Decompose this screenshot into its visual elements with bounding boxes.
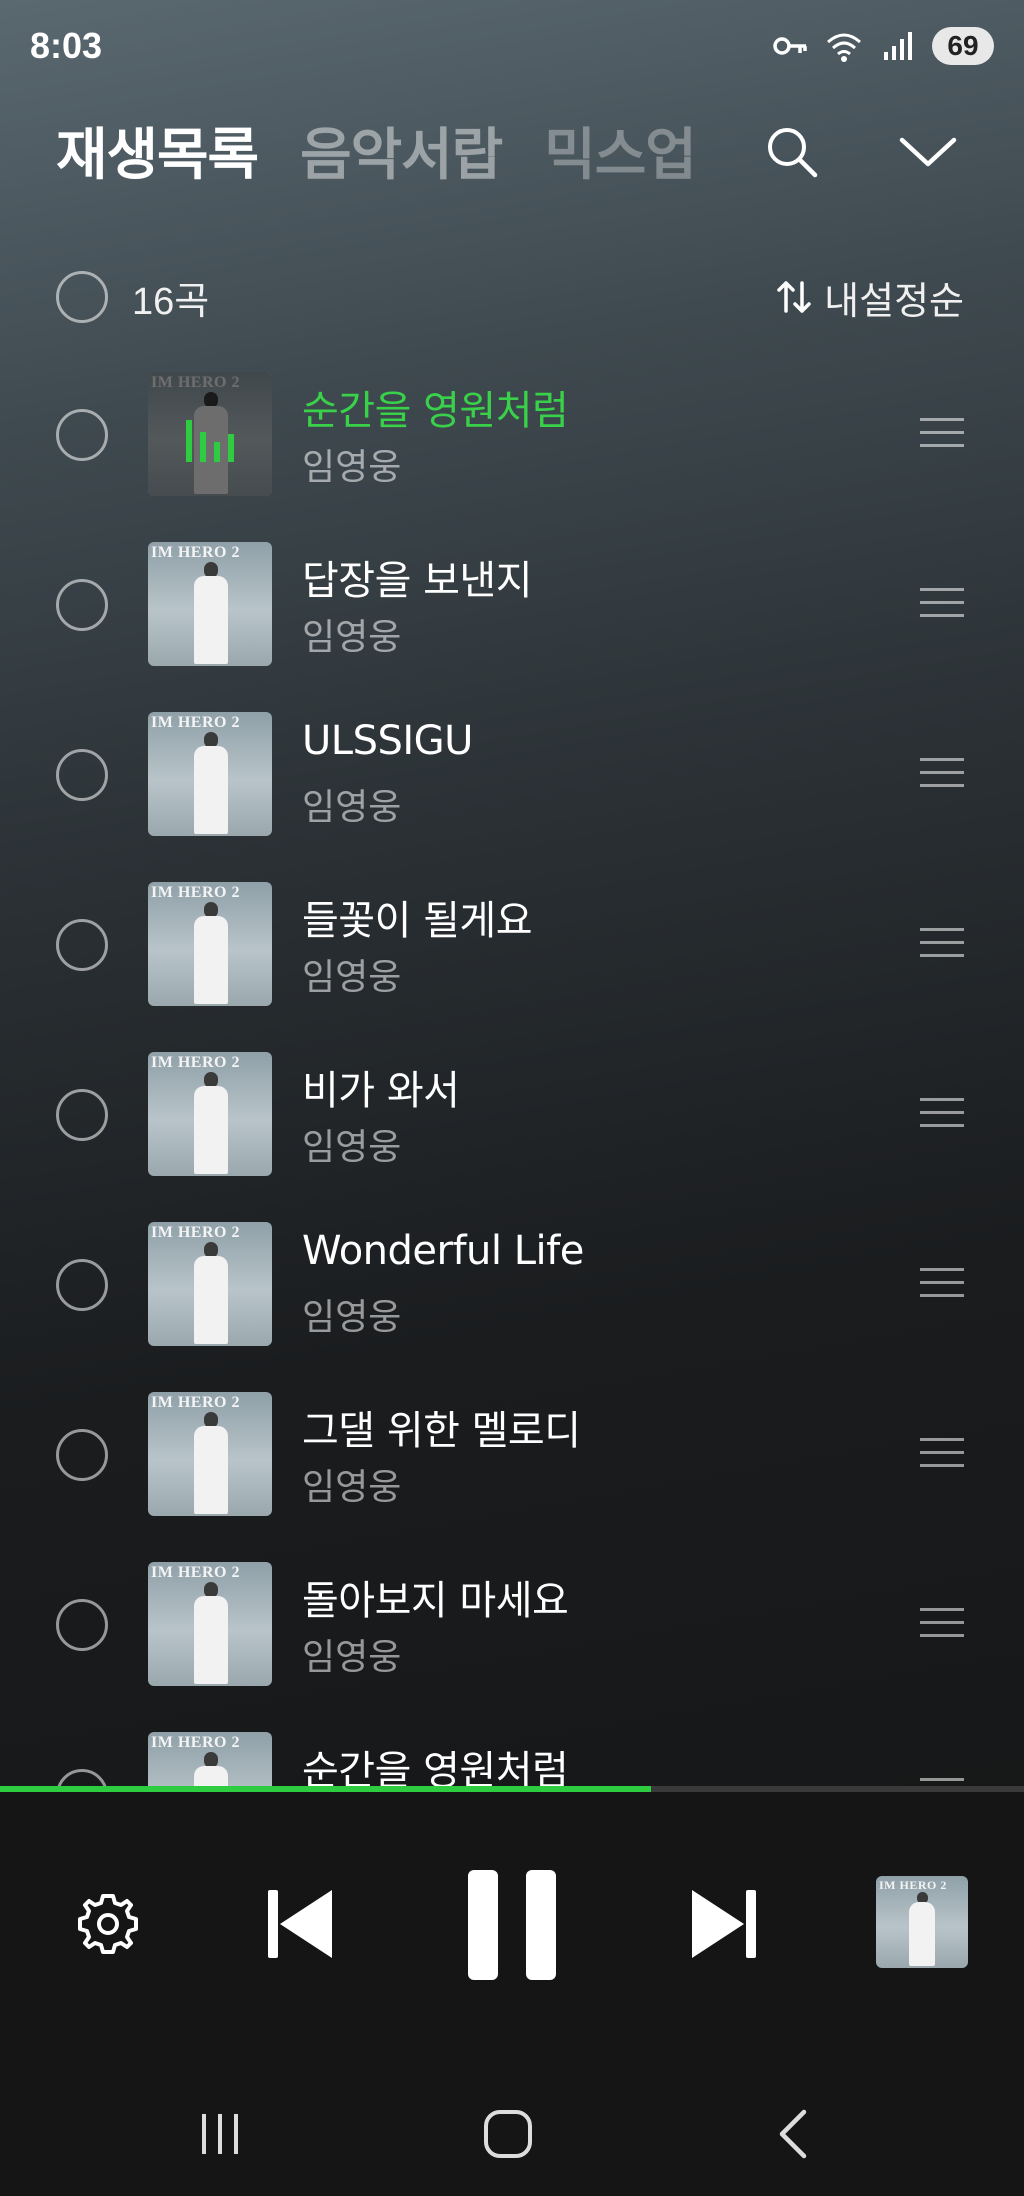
song-list: IM HERO 2순간을 영원처럼임영웅IM HERO 2답장을 보낸지임영웅I…: [0, 350, 1024, 1790]
status-bar: 8:03 69: [0, 0, 1024, 92]
song-row[interactable]: IM HERO 2 들꽃이 될게요임영웅: [0, 860, 1024, 1030]
drag-handle-icon[interactable]: [918, 414, 966, 450]
song-title: 답장을 보낸지: [302, 558, 533, 604]
drag-handle-icon[interactable]: [918, 1434, 966, 1470]
sort-icon: [777, 281, 811, 313]
album-art: IM HERO 2: [148, 542, 272, 666]
song-checkbox[interactable]: [56, 749, 108, 801]
chevron-down-icon[interactable]: [896, 120, 960, 184]
drag-handle-icon[interactable]: [918, 1264, 966, 1300]
song-row[interactable]: IM HERO 2 Wonderful Life 임영웅: [0, 1200, 1024, 1370]
album-cover-text: IM HERO 2: [151, 1734, 240, 1751]
song-artist: 임영웅: [302, 1467, 402, 1508]
album-cover-text: IM HERO 2: [151, 1564, 240, 1581]
song-row[interactable]: IM HERO 2 돌아보지 마세요임영웅: [0, 1540, 1024, 1710]
song-artist: 임영웅: [302, 1637, 402, 1678]
song-checkbox[interactable]: [56, 1599, 108, 1651]
album-art: IM HERO 2: [148, 1562, 272, 1686]
song-artist: 임영웅: [302, 447, 402, 488]
drag-handle-icon[interactable]: [918, 754, 966, 790]
song-title: 순간을 영원처럼: [302, 388, 569, 434]
gear-icon[interactable]: [72, 1888, 144, 1960]
album-thumbnail[interactable]: IM HERO 2: [876, 1876, 968, 1968]
song-artist: 임영웅: [302, 1297, 402, 1338]
signal-icon: [884, 32, 912, 60]
drag-handle-icon[interactable]: [918, 1604, 966, 1640]
key-icon: [773, 37, 807, 55]
song-checkbox[interactable]: [56, 1259, 108, 1311]
song-checkbox[interactable]: [56, 579, 108, 631]
album-art: IM HERO 2: [148, 1222, 272, 1346]
system-nav-bar: [0, 2080, 1024, 2180]
song-title: ULSSIGU: [302, 718, 473, 764]
pause-icon[interactable]: [462, 1868, 562, 1982]
status-icons: 69: [770, 26, 994, 66]
tab-playlist[interactable]: 재생목록: [56, 110, 259, 191]
song-title: 순간을 영원처럼: [302, 1748, 569, 1790]
song-row[interactable]: IM HERO 2 비가 와서임영웅: [0, 1030, 1024, 1200]
previous-icon[interactable]: [266, 1884, 336, 1964]
song-title: Wonderful Life: [302, 1228, 584, 1274]
song-row[interactable]: IM HERO 2 ULSSIGU 임영웅: [0, 690, 1024, 860]
home-icon[interactable]: [478, 2104, 538, 2164]
drag-handle-icon[interactable]: [918, 924, 966, 960]
song-title: 그댈 위한 멜로디: [302, 1408, 581, 1454]
song-row[interactable]: IM HERO 2 그댈 위한 멜로디임영웅: [0, 1370, 1024, 1540]
album-cover-text: IM HERO 2: [151, 1054, 240, 1071]
header: 재생목록 음악서랍 믹스업: [0, 100, 1024, 200]
wifi-icon: [827, 33, 861, 62]
song-title: 비가 와서: [302, 1068, 460, 1114]
drag-handle-icon[interactable]: [918, 584, 966, 620]
album-art: IM HERO 2: [148, 1052, 272, 1176]
album-cover-text: IM HERO 2: [151, 1224, 240, 1241]
list-header: 16곡 내설정순: [0, 262, 1024, 332]
song-checkbox[interactable]: [56, 919, 108, 971]
drag-handle-icon[interactable]: [918, 1094, 966, 1130]
album-cover-text: IM HERO 2: [151, 714, 240, 731]
album-art: IM HERO 2: [148, 712, 272, 836]
tab-mixup[interactable]: 믹스업: [544, 110, 697, 191]
song-artist: 임영웅: [302, 787, 402, 828]
song-row[interactable]: IM HERO 2 순간을 영원처럼임영웅: [0, 350, 1024, 520]
album-cover-text: IM HERO 2: [151, 1394, 240, 1411]
song-artist: 임영웅: [302, 957, 402, 998]
recents-icon[interactable]: [190, 2104, 250, 2164]
search-icon[interactable]: [760, 120, 824, 184]
song-checkbox[interactable]: [56, 409, 108, 461]
battery-icon: 69: [932, 27, 994, 65]
song-title: 들꽃이 될게요: [302, 898, 533, 944]
song-row[interactable]: IM HERO 2순간을 영원처럼임영웅: [0, 1710, 1024, 1790]
album-cover-text: IM HERO 2: [879, 1878, 947, 1892]
back-icon[interactable]: [766, 2104, 826, 2164]
equalizer-icon: [186, 416, 236, 462]
song-artist: 임영웅: [302, 1127, 402, 1168]
song-checkbox[interactable]: [56, 1429, 108, 1481]
album-art: IM HERO 2: [148, 882, 272, 1006]
select-all-checkbox[interactable]: [56, 271, 108, 323]
song-checkbox[interactable]: [56, 1089, 108, 1141]
album-cover-text: IM HERO 2: [151, 544, 240, 561]
battery-level: 69: [947, 30, 979, 61]
album-art: IM HERO 2: [148, 1392, 272, 1516]
status-time: 8:03: [30, 25, 103, 66]
song-row[interactable]: IM HERO 2 답장을 보낸지임영웅: [0, 520, 1024, 690]
next-icon[interactable]: [688, 1884, 758, 1964]
album-art: IM HERO 2: [148, 1732, 272, 1790]
song-title: 돌아보지 마세요: [302, 1578, 569, 1624]
tab-music-drawer[interactable]: 음악서랍: [300, 110, 503, 191]
album-cover-text: IM HERO 2: [151, 884, 240, 901]
album-art: IM HERO 2: [148, 372, 272, 496]
song-artist: 임영웅: [302, 617, 402, 658]
sort-label: 내설정순: [824, 278, 964, 323]
song-count: 16곡: [132, 280, 210, 323]
sort-button[interactable]: 내설정순: [774, 270, 964, 325]
